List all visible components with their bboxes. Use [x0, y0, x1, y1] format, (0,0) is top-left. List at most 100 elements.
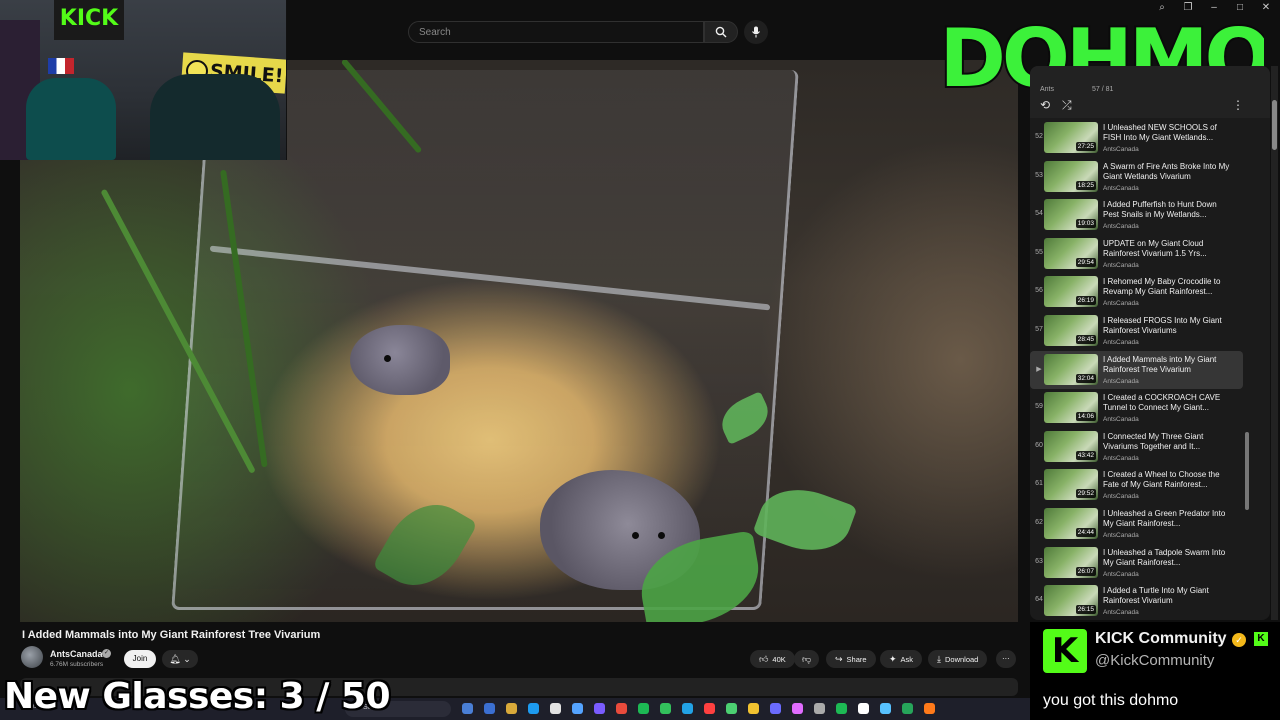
playlist-item-title[interactable]: I Created a Wheel to Choose the Fate of …: [1103, 470, 1233, 490]
taskbar-app-icon[interactable]: [484, 703, 495, 714]
playlist-item-title[interactable]: I Unleashed a Tadpole Swarm Into My Gian…: [1103, 548, 1233, 568]
taskbar-app-icon[interactable]: [462, 703, 473, 714]
taskbar-app-icon[interactable]: [814, 703, 825, 714]
search-input[interactable]: Search: [408, 21, 704, 43]
taskbar-app-icon[interactable]: [792, 703, 803, 714]
share-icon: ↪: [835, 654, 843, 664]
playlist-item-channel: AntsCanada: [1103, 184, 1139, 192]
download-label: Download: [944, 655, 979, 664]
glasses-counter: New Glasses: 3 / 50: [4, 676, 391, 717]
like-button[interactable]: 👍︎ 40K: [750, 650, 795, 668]
playlist-item-title[interactable]: UPDATE on My Giant Cloud Rainforest Viva…: [1103, 239, 1233, 259]
playlist-item-duration: 32:04: [1075, 373, 1096, 383]
playlist-item-channel: AntsCanada: [1103, 223, 1139, 231]
playlist-item-thumbnail[interactable]: 26:19: [1044, 276, 1098, 308]
playlist-item-title[interactable]: A Swarm of Fire Ants Broke Into My Giant…: [1103, 162, 1233, 182]
playlist-item-title[interactable]: I Added a Turtle Into My Giant Rainfores…: [1103, 586, 1233, 606]
playlist-item[interactable]: 64 26:15 I Added a Turtle Into My Giant Ra…: [1030, 582, 1270, 620]
mouse-back: [350, 325, 450, 395]
playlist-item-thumbnail[interactable]: 14:06: [1044, 392, 1098, 424]
playlist-item-thumbnail[interactable]: 27:25: [1044, 122, 1098, 153]
taskbar-app-icon[interactable]: [660, 703, 671, 714]
playlist-item-duration: 27:25: [1075, 142, 1096, 151]
playlist-item-duration: 28:45: [1075, 334, 1096, 344]
channel-avatar[interactable]: [21, 646, 43, 668]
more-actions-button[interactable]: ⋯: [996, 650, 1016, 668]
cam-chair: [26, 78, 116, 160]
playlist-item-thumbnail[interactable]: 19:03: [1044, 199, 1098, 231]
dislike-button[interactable]: 👎︎: [794, 650, 820, 668]
more-options-icon[interactable]: ⋮: [1232, 98, 1244, 112]
taskbar-app-icon[interactable]: [770, 703, 781, 714]
taskbar-app-icon[interactable]: [638, 703, 649, 714]
playlist-item-thumbnail[interactable]: 24:44: [1044, 507, 1098, 539]
playlist-item-thumbnail[interactable]: 28:45: [1044, 314, 1098, 346]
shuffle-icon[interactable]: ⤮: [1062, 98, 1072, 113]
taskbar-app-icon[interactable]: [682, 703, 693, 714]
share-button[interactable]: ↪ Share: [826, 650, 876, 668]
search-button[interactable]: [704, 21, 738, 43]
playlist-scrollbar[interactable]: [1245, 432, 1249, 510]
subscriber-count: 6.76M subscribers: [50, 661, 104, 668]
playlist-item-channel: AntsCanada: [1103, 531, 1139, 539]
playlist-item-thumbnail[interactable]: 29:54: [1044, 237, 1098, 269]
playlist-item[interactable]: 52 27:25 I Unleashed NEW SCHOOLS of FISH I…: [1030, 119, 1270, 158]
channel-name[interactable]: AntsCanada: [50, 649, 103, 659]
download-icon: ⤓: [937, 654, 941, 664]
playlist-item[interactable]: 57 28:45 I Released FROGS Into My Giant Ra…: [1030, 312, 1270, 351]
taskbar-app-icon[interactable]: [726, 703, 737, 714]
join-button[interactable]: Join: [124, 650, 156, 668]
verified-icon: ✓: [102, 649, 111, 658]
playlist-item[interactable]: 62 24:44 I Unleashed a Green Predator Into…: [1030, 505, 1270, 544]
taskbar-app-icon[interactable]: [528, 703, 539, 714]
playlist-item-title[interactable]: I Connected My Three Giant Vivariums Tog…: [1103, 432, 1233, 452]
playlist-item-title[interactable]: I Unleashed NEW SCHOOLS of FISH Into My …: [1103, 123, 1233, 143]
playlist-item-duration: 26:19: [1075, 296, 1096, 306]
playlist-item-title[interactable]: I Unleashed a Green Predator Into My Gia…: [1103, 509, 1233, 529]
playlist-item-thumbnail[interactable]: 26:15: [1044, 585, 1098, 617]
taskbar-app-icon[interactable]: [924, 703, 935, 714]
playlist-item[interactable]: 53 18:25 A Swarm of Fire Ants Broke Into M…: [1030, 158, 1270, 197]
taskbar-app-icon[interactable]: [748, 703, 759, 714]
playlist-item-title[interactable]: I Rehomed My Baby Crocodile to Revamp My…: [1103, 277, 1233, 297]
taskbar-app-icon[interactable]: [704, 703, 715, 714]
playlist-item-thumbnail[interactable]: 29:52: [1044, 469, 1098, 501]
playlist-item-title[interactable]: I Released FROGS Into My Giant Rainfores…: [1103, 316, 1233, 336]
playlist-item[interactable]: 63 26:07 I Unleashed a Tadpole Swarm Into …: [1030, 544, 1270, 583]
playlist-item[interactable]: 61 29:52 I Created a Wheel to Choose the F…: [1030, 466, 1270, 505]
kick-logo-icon: K: [1043, 629, 1087, 673]
page-scrollbar[interactable]: [1272, 100, 1277, 150]
loop-icon[interactable]: ⟲: [1040, 98, 1050, 112]
playlist-item[interactable]: 60 43:42 I Connected My Three Giant Vivari…: [1030, 428, 1270, 467]
playlist-item-thumbnail[interactable]: 43:42: [1044, 430, 1098, 462]
voice-search-button[interactable]: [744, 20, 768, 44]
taskbar-app-icon[interactable]: [880, 703, 891, 714]
playlist-item-title[interactable]: I Created a COCKROACH CAVE Tunnel to Con…: [1103, 393, 1233, 413]
taskbar-app-icon[interactable]: [858, 703, 869, 714]
playlist-item-title[interactable]: I Added Mammals into My Giant Rainforest…: [1103, 355, 1233, 375]
like-count: 40K: [772, 655, 786, 664]
taskbar-app-icon[interactable]: [616, 703, 627, 714]
download-button[interactable]: ⤓ Download: [928, 650, 988, 668]
playlist-item[interactable]: 56 26:19 I Rehomed My Baby Crocodile to Re…: [1030, 273, 1270, 312]
playlist-item[interactable]: ▶ 32:04 I Added Mammals into My Giant Rain…: [1030, 350, 1243, 390]
playlist-item[interactable]: 54 19:03 I Added Pufferfish to Hunt Down P…: [1030, 196, 1270, 235]
taskbar-app-icon[interactable]: [550, 703, 561, 714]
taskbar-app-icon[interactable]: [902, 703, 913, 714]
playlist-item-thumbnail[interactable]: 32:04: [1044, 353, 1098, 385]
playlist-item-title[interactable]: I Added Pufferfish to Hunt Down Pest Sna…: [1103, 200, 1233, 220]
playlist-item-thumbnail[interactable]: 18:25: [1044, 160, 1098, 192]
cam-kick-sign: KICK: [54, 0, 124, 40]
taskbar-app-icon[interactable]: [506, 703, 517, 714]
ask-button[interactable]: ✦ Ask: [880, 650, 923, 668]
playlist-item-thumbnail[interactable]: 26:07: [1044, 546, 1098, 578]
playlist-item-duration: 29:52: [1075, 489, 1096, 499]
taskbar-app-icon[interactable]: [572, 703, 583, 714]
verified-badge-icon: ✓: [1232, 633, 1246, 647]
playlist-item[interactable]: 59 14:06 I Created a COCKROACH CAVE Tunnel…: [1030, 389, 1270, 428]
taskbar-app-icon[interactable]: [594, 703, 605, 714]
sparkle-icon: ✦: [889, 654, 897, 664]
notifications-button[interactable]: 🔔︎ ⌄: [162, 650, 198, 668]
taskbar-app-icon[interactable]: [836, 703, 847, 714]
playlist-item[interactable]: 55 29:54 UPDATE on My Giant Cloud Rainfore…: [1030, 235, 1270, 274]
